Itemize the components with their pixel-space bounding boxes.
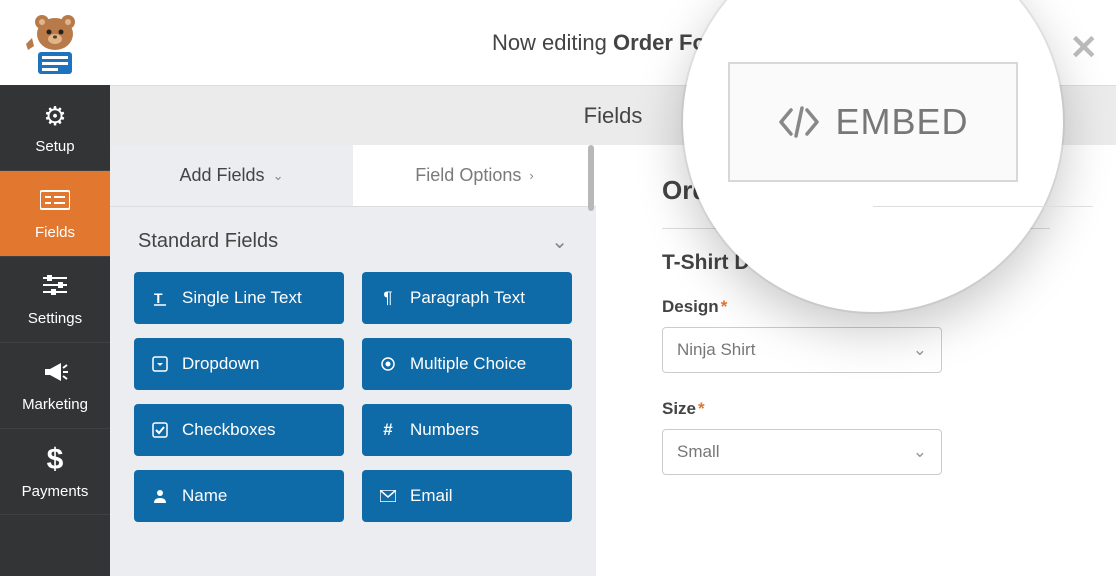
tab-add-fields[interactable]: Add Fields ⌄ (110, 145, 353, 206)
scrollbar[interactable] (588, 145, 594, 211)
panel-tabs: Add Fields ⌄ Field Options › (110, 145, 596, 207)
sidebar-item-marketing[interactable]: Marketing (0, 343, 110, 429)
fields-grid: TSingle Line Text ¶Paragraph Text Dropdo… (110, 266, 596, 544)
text-icon: T (150, 290, 170, 306)
hash-icon: # (378, 420, 398, 440)
sidebar-label: Setup (35, 138, 74, 155)
svg-text:T: T (154, 290, 163, 306)
field-email[interactable]: Email (362, 470, 572, 522)
field-multiple-choice[interactable]: Multiple Choice (362, 338, 572, 390)
sidebar-label: Payments (22, 483, 89, 500)
sidebar-item-setup[interactable]: ⚙ Setup (0, 85, 110, 171)
close-icon[interactable]: ✕ (1070, 28, 1099, 68)
tab-field-options[interactable]: Field Options › (353, 145, 596, 206)
sidebar-label: Fields (35, 224, 75, 241)
chevron-down-icon: ⌄ (273, 168, 284, 184)
envelope-icon (378, 490, 398, 502)
gear-icon: ⚙ (43, 101, 66, 132)
chevron-down-icon: ⌄ (551, 229, 568, 254)
divider (873, 206, 1093, 207)
app-logo (0, 0, 110, 85)
radio-icon (378, 356, 398, 372)
field-checkboxes[interactable]: Checkboxes (134, 404, 344, 456)
field-dropdown[interactable]: Dropdown (134, 338, 344, 390)
user-icon (150, 488, 170, 504)
chevron-down-icon: ⌄ (913, 442, 927, 462)
field-paragraph-text[interactable]: ¶Paragraph Text (362, 272, 572, 324)
sidebar-item-settings[interactable]: Settings (0, 257, 110, 343)
caret-square-icon (150, 356, 170, 372)
chevron-right-icon: › (529, 168, 533, 183)
sidebar-item-fields[interactable]: Fields (0, 171, 110, 257)
chevron-down-icon: ⌄ (913, 340, 927, 360)
paragraph-icon: ¶ (378, 288, 398, 308)
sidebar-item-payments[interactable]: $ Payments (0, 429, 110, 515)
bullhorn-icon (41, 359, 69, 390)
field-numbers[interactable]: #Numbers (362, 404, 572, 456)
dollar-icon: $ (47, 443, 64, 477)
list-icon (40, 187, 70, 218)
embed-button[interactable]: EMBED (728, 62, 1018, 182)
field-name[interactable]: Name (134, 470, 344, 522)
field-single-line-text[interactable]: TSingle Line Text (134, 272, 344, 324)
design-select[interactable]: Ninja Shirt ⌄ (662, 327, 942, 373)
code-icon (777, 104, 821, 140)
fields-panel: Add Fields ⌄ Field Options › Standard Fi… (110, 145, 596, 576)
size-select[interactable]: Small ⌄ (662, 429, 942, 475)
sidebar: ⚙ Setup Fields Settings Marketing $ Paym… (0, 85, 110, 576)
standard-fields-toggle[interactable]: Standard Fields ⌄ (110, 207, 596, 266)
sidebar-label: Marketing (22, 396, 88, 413)
size-label: Size* (662, 399, 1050, 419)
size-field-row: Size* Small ⌄ (662, 399, 1050, 475)
check-square-icon (150, 422, 170, 438)
sidebar-label: Settings (28, 310, 82, 327)
sliders-icon (41, 273, 69, 304)
